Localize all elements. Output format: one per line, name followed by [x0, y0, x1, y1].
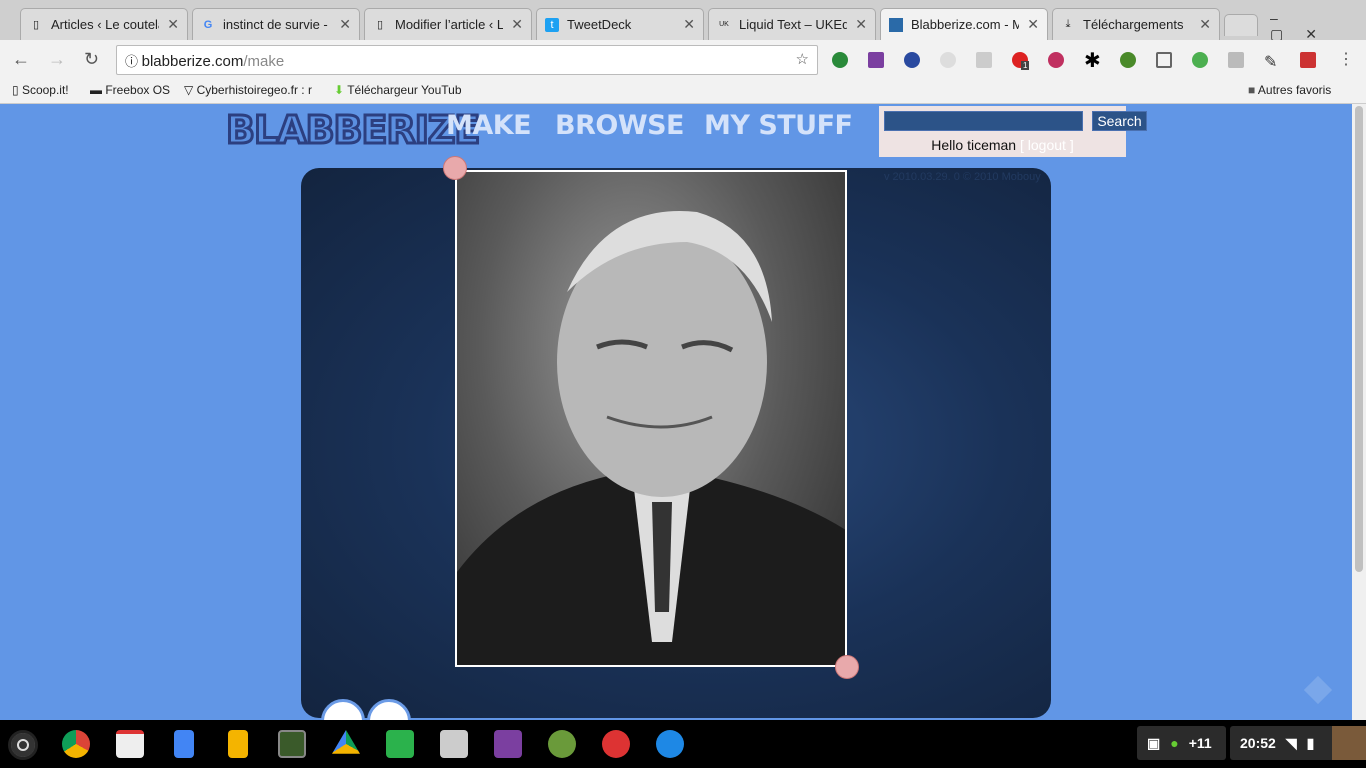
close-icon[interactable]: ✕	[167, 16, 179, 33]
search-panel: Search Hello ticeman [ logout ]	[879, 106, 1147, 157]
download-icon: ⤓	[1065, 18, 1071, 30]
tab-blabberize[interactable]: Blabberize.com - Ma ✕	[880, 8, 1048, 40]
google-icon: G	[203, 18, 213, 31]
forward-button[interactable]: →	[48, 49, 66, 70]
turtle-app-icon[interactable]	[548, 730, 576, 758]
close-icon[interactable]: ✕	[855, 16, 867, 33]
nav-my-stuff[interactable]: MY STUFF	[704, 110, 853, 141]
page-icon: ▯	[32, 19, 40, 31]
scrollbar-thumb[interactable]	[1355, 106, 1363, 572]
notification-tray[interactable]: ▣ ● +11	[1137, 726, 1226, 760]
reload-button[interactable]: ↻	[84, 49, 99, 70]
extension-icon[interactable]	[1228, 52, 1244, 68]
docs-app-icon[interactable]	[174, 730, 194, 758]
turtle-icon: ●	[1170, 735, 1179, 751]
ukedchat-icon: UK	[719, 21, 729, 28]
face-tool-button[interactable]	[321, 699, 365, 720]
briefcase-icon: ▣	[1147, 734, 1161, 751]
toolbar: ← → ↻ ⓘ blabberize.com/make ☆ 1 ✱ ✎ ⋮	[0, 40, 1366, 78]
bookmark-cyberhistoiregeo[interactable]: ▽ Cyberhistoiregeo.fr : r	[184, 83, 312, 97]
onenote-app-icon[interactable]	[494, 730, 522, 758]
new-tab-button[interactable]	[1224, 14, 1258, 36]
rss-icon[interactable]	[976, 52, 992, 68]
tweetdeck-icon: t	[545, 17, 559, 32]
opera-icon[interactable]: 1	[1012, 52, 1030, 70]
cast-icon[interactable]	[1156, 52, 1172, 68]
crop-tool-button[interactable]	[367, 699, 411, 720]
editor-stage: v 2010.03.29. 0 © 2010 Mobouy	[301, 156, 1051, 720]
uploaded-photo[interactable]	[455, 170, 847, 667]
clock: 20:52	[1240, 735, 1276, 751]
chrome-app-icon[interactable]	[62, 730, 90, 758]
tab-tweetdeck[interactable]: t TweetDeck ✕	[536, 8, 704, 40]
menu-icon[interactable]: ⋮	[1338, 49, 1354, 69]
blabberize-icon	[889, 17, 903, 32]
version-text: v 2010.03.29. 0 © 2010 Mobouy	[884, 171, 1041, 183]
turtle-icon[interactable]	[1120, 52, 1136, 68]
launcher-button[interactable]	[8, 730, 38, 760]
other-bookmarks[interactable]: ■ Autres favoris	[1248, 83, 1331, 97]
slides-app-icon[interactable]	[228, 730, 248, 758]
close-icon[interactable]: ✕	[1027, 16, 1039, 33]
download-arrow-icon: ⬇	[334, 83, 345, 97]
search-button[interactable]: Search	[1092, 111, 1147, 131]
extension-icon[interactable]	[832, 52, 848, 68]
logout-link[interactable]: [ logout ]	[1020, 137, 1074, 153]
user-avatar	[1332, 726, 1366, 760]
wifi-icon: ◥	[1285, 734, 1297, 751]
tab-articles[interactable]: ▯Articles ‹ Le coutelas✕	[20, 8, 188, 40]
bookmarks-bar: ▯ Scoop.it! ▬ Freebox OS ▽ Cyberhistoire…	[0, 78, 1366, 104]
pen-icon[interactable]: ✎	[1264, 52, 1280, 71]
window-controls[interactable]: –▢✕	[1270, 10, 1366, 43]
play-store-app-icon[interactable]	[440, 730, 468, 758]
feedly-app-icon[interactable]	[386, 730, 414, 758]
extension-icon[interactable]	[1192, 52, 1208, 68]
gmail-app-icon[interactable]	[116, 730, 144, 758]
onenote-icon[interactable]	[868, 52, 884, 68]
back-button[interactable]: ←	[12, 49, 30, 70]
battery-icon: ▮	[1306, 734, 1315, 751]
address-bar[interactable]: ⓘ blabberize.com/make ☆	[116, 45, 818, 75]
nav-browse[interactable]: BROWSE	[555, 110, 685, 141]
asterisk-icon[interactable]: ✱	[1084, 48, 1101, 72]
k-extension-icon[interactable]	[904, 52, 920, 68]
nav-make[interactable]: MAKE	[446, 110, 532, 141]
shelf: ▣ ● +11 20:52 ◥ ▮	[0, 720, 1366, 768]
video-app-icon[interactable]	[602, 730, 630, 758]
files-app-icon[interactable]	[656, 730, 684, 758]
tab-strip: ▯Articles ‹ Le coutelas✕ Ginstinct de su…	[0, 0, 1366, 43]
scrollbar[interactable]	[1352, 104, 1366, 720]
info-icon: ⓘ	[125, 54, 142, 69]
bookmark-freebox[interactable]: ▬ Freebox OS	[90, 83, 170, 97]
blabberize-logo[interactable]: BLABBERIZE	[224, 107, 481, 154]
folder-icon: ■	[1248, 83, 1256, 97]
bookmark-telechargeur[interactable]: ⬇ Téléchargeur YouTub	[334, 83, 462, 97]
drive-app-icon[interactable]	[332, 730, 360, 754]
tab-instinct[interactable]: Ginstinct de survie - R ✕	[192, 8, 360, 40]
close-icon[interactable]: ✕	[683, 16, 695, 33]
user-greeting: Hello ticeman [ logout ]	[931, 137, 1074, 153]
resize-handle-bottom-right[interactable]	[835, 655, 859, 679]
close-icon[interactable]: ✕	[339, 16, 351, 33]
feedly-icon[interactable]	[1303, 675, 1333, 705]
extension-icon[interactable]	[1300, 52, 1316, 68]
search-input[interactable]	[884, 111, 1083, 131]
tab-downloads[interactable]: ⤓ Téléchargements ✕	[1052, 8, 1220, 40]
page-icon: ▯	[376, 19, 384, 31]
star-icon[interactable]: ☆	[796, 50, 809, 68]
tab-modifier[interactable]: ▯ Modifier l’article ‹ Le ✕	[364, 8, 532, 40]
app-icon[interactable]	[278, 730, 306, 758]
bookmark-scoopit[interactable]: ▯ Scoop.it!	[12, 83, 69, 97]
resize-handle-top-left[interactable]	[443, 156, 467, 180]
close-icon[interactable]: ✕	[1199, 16, 1211, 33]
page-content: BLABBERIZE MAKE BROWSE MY STUFF Search H…	[0, 104, 1352, 720]
extension-icon[interactable]	[1048, 52, 1064, 68]
status-tray[interactable]: 20:52 ◥ ▮	[1230, 726, 1366, 760]
portrait-image	[457, 211, 845, 665]
extension-icon[interactable]	[940, 52, 956, 68]
tab-liquid-text[interactable]: UK Liquid Text – UKEdC ✕	[708, 8, 876, 40]
close-icon[interactable]: ✕	[511, 16, 523, 33]
